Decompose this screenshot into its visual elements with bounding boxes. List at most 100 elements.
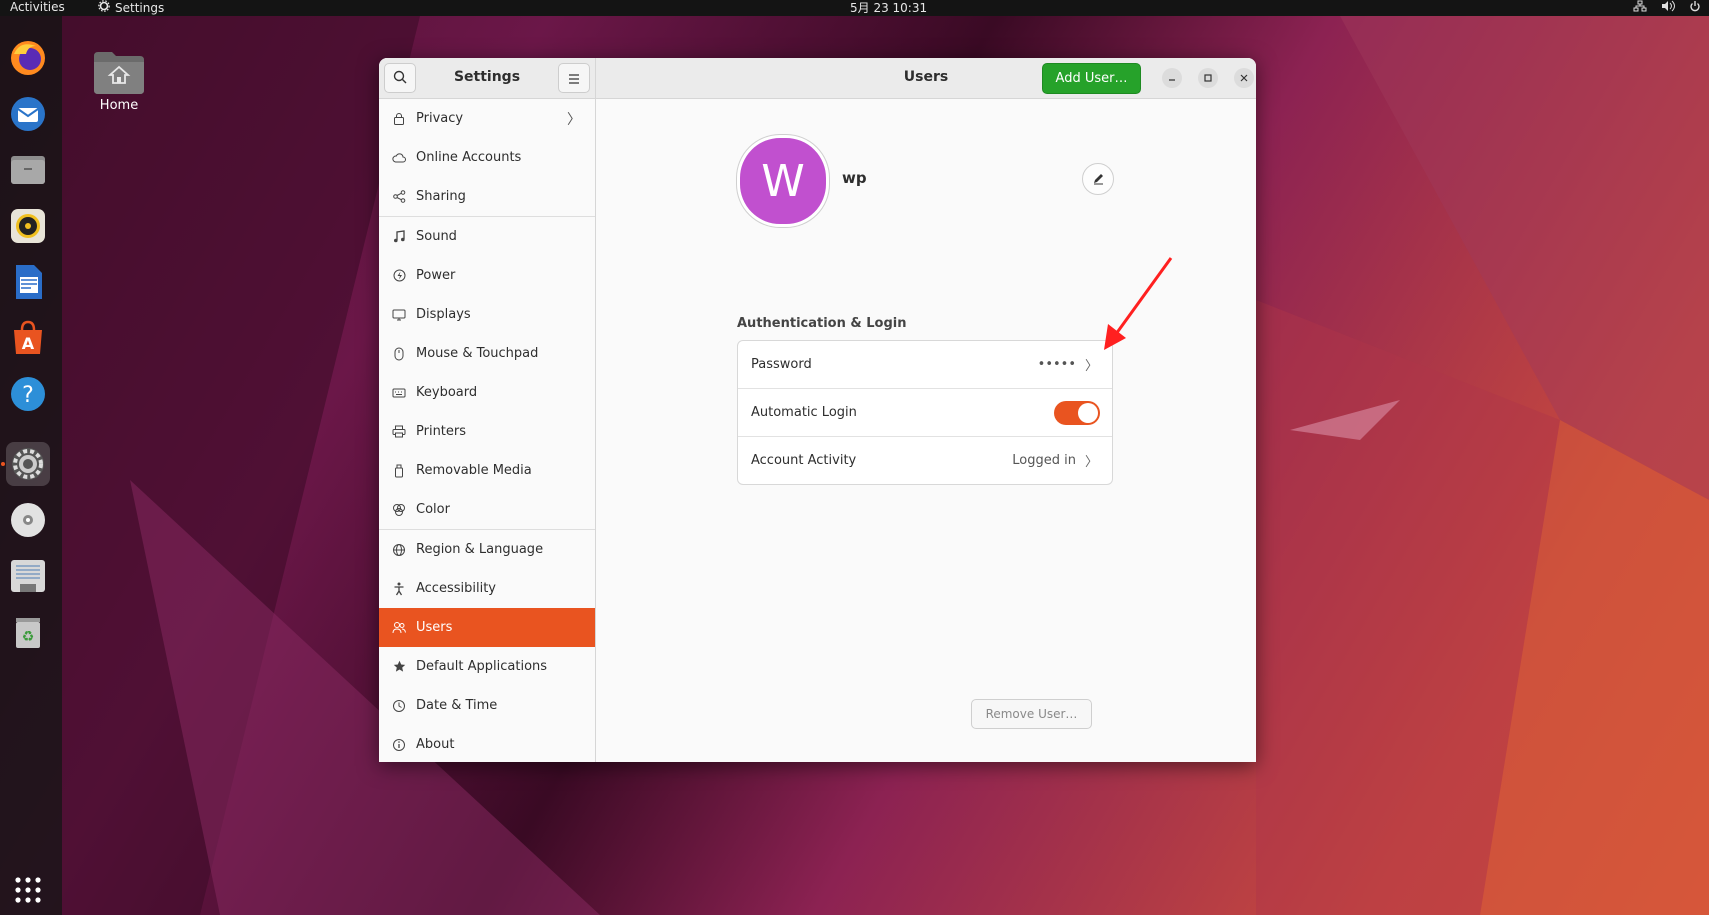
sidebar-item-accessibility[interactable]: Accessibility — [379, 569, 595, 608]
sidebar-item-printers[interactable]: Printers — [379, 412, 595, 451]
annotation-arrow — [1104, 257, 1173, 350]
add-user-button[interactable]: Add User… — [1042, 63, 1141, 94]
sidebar-item-about[interactable]: About — [379, 725, 595, 762]
top-bar: Activities Settings 5月 23 10:31 — [0, 0, 1709, 16]
minimize-button[interactable] — [1162, 68, 1182, 88]
sidebar-item-label: Users — [416, 620, 453, 635]
automatic-login-switch[interactable] — [1054, 401, 1100, 425]
sidebar-item-label: Online Accounts — [416, 150, 522, 165]
sidebar-item-label: Power — [416, 268, 456, 283]
chevron-right-icon: 〉 — [1084, 455, 1098, 470]
svg-text:♻: ♻ — [22, 629, 35, 645]
chevron-right-icon: 〉 — [567, 111, 581, 128]
sidebar-item-mouse-touchpad[interactable]: Mouse & Touchpad — [379, 334, 595, 373]
sidebar-item-color[interactable]: Color — [379, 490, 595, 529]
activities-button[interactable]: Activities — [10, 0, 65, 14]
minimize-icon — [1168, 72, 1176, 85]
disc-icon[interactable] — [6, 498, 50, 542]
home-label: Home — [99, 98, 139, 113]
cloud-icon — [391, 152, 407, 163]
text-editor-icon[interactable] — [6, 554, 50, 598]
sidebar-item-label: Mouse & Touchpad — [416, 346, 539, 361]
password-label: Password — [751, 357, 812, 372]
sidebar-item-users[interactable]: Users — [379, 608, 595, 647]
power-bolt-icon — [391, 269, 407, 282]
account-activity-value: Logged in — [1012, 453, 1076, 468]
color-icon — [391, 503, 407, 517]
sidebar-item-power[interactable]: Power — [379, 256, 595, 295]
settings-icon[interactable] — [6, 442, 50, 486]
avatar[interactable]: W — [737, 135, 829, 227]
menu-button[interactable] — [558, 63, 590, 93]
sidebar-item-date-time[interactable]: Date & Time — [379, 686, 595, 725]
sidebar-item-label: Privacy — [416, 111, 464, 126]
hamburger-icon — [568, 69, 580, 88]
sidebar-item-keyboard[interactable]: Keyboard — [379, 373, 595, 412]
clock[interactable]: 5月 23 10:31 — [850, 0, 927, 16]
password-row[interactable]: Password ••••• 〉 — [738, 341, 1112, 388]
thunderbird-icon[interactable] — [6, 92, 50, 136]
writer-icon[interactable] — [6, 260, 50, 304]
account-activity-label: Account Activity — [751, 453, 857, 468]
username: wp — [842, 169, 867, 187]
users-icon — [391, 621, 407, 634]
volume-icon — [1661, 0, 1675, 15]
sidebar: Privacy 〉 Online Accounts Sharing Sound … — [379, 99, 596, 762]
password-value: ••••• — [1037, 357, 1076, 372]
sidebar-item-label: Displays — [416, 307, 471, 322]
sidebar-item-label: Keyboard — [416, 385, 478, 400]
app-center-icon[interactable]: A — [6, 316, 50, 360]
dock: A ? ♻ — [0, 16, 62, 915]
sidebar-header: Settings — [379, 58, 596, 99]
remove-user-button[interactable]: Remove User… — [971, 699, 1092, 729]
sidebar-item-label: Removable Media — [416, 463, 532, 478]
sidebar-item-label: Sound — [416, 229, 457, 244]
sidebar-item-online-accounts[interactable]: Online Accounts — [379, 138, 595, 177]
home-folder-icon — [94, 50, 144, 94]
music-note-icon — [391, 230, 407, 243]
edit-name-button[interactable] — [1082, 163, 1114, 195]
home-desktop-icon[interactable]: Home — [93, 50, 145, 113]
clock-icon — [391, 699, 407, 713]
account-activity-row[interactable]: Account Activity Logged in 〉 — [738, 437, 1112, 484]
switch-knob — [1078, 403, 1098, 423]
maximize-button[interactable] — [1198, 68, 1218, 88]
trash-icon[interactable]: ♻ — [6, 610, 50, 654]
globe-icon — [391, 543, 407, 557]
app-menu[interactable]: Settings — [98, 0, 164, 15]
sidebar-item-privacy[interactable]: Privacy 〉 — [379, 99, 595, 138]
chevron-right-icon: 〉 — [1084, 359, 1098, 374]
system-tray[interactable] — [1633, 0, 1701, 15]
star-icon — [391, 660, 407, 673]
sidebar-item-sharing[interactable]: Sharing — [379, 177, 595, 216]
printer-icon — [391, 425, 407, 438]
gear-icon — [98, 0, 110, 15]
settings-window: Settings Users Add User… Privacy 〉 Onlin… — [379, 58, 1256, 762]
show-apps-icon[interactable] — [6, 868, 50, 912]
mouse-icon — [391, 347, 407, 361]
close-button[interactable] — [1234, 68, 1254, 88]
sidebar-item-displays[interactable]: Displays — [379, 295, 595, 334]
active-indicator — [1, 462, 5, 466]
files-icon[interactable] — [6, 148, 50, 192]
users-panel: W wp Authentication & Login Password •••… — [596, 99, 1256, 762]
sidebar-item-region-language[interactable]: Region & Language — [379, 530, 595, 569]
app-menu-label: Settings — [115, 0, 165, 15]
sidebar-item-label: Date & Time — [416, 698, 498, 713]
main-header: Users Add User… — [596, 58, 1256, 99]
sidebar-item-default-applications[interactable]: Default Applications — [379, 647, 595, 686]
rhythmbox-icon[interactable] — [6, 204, 50, 248]
power-icon — [1689, 0, 1701, 15]
keyboard-icon — [391, 388, 407, 398]
share-icon — [391, 190, 407, 203]
help-icon[interactable]: ? — [6, 372, 50, 416]
sidebar-item-label: Default Applications — [416, 659, 548, 674]
sidebar-item-removable-media[interactable]: Removable Media — [379, 451, 595, 490]
sidebar-item-sound[interactable]: Sound — [379, 217, 595, 256]
display-icon — [391, 309, 407, 321]
firefox-icon[interactable] — [6, 36, 50, 80]
maximize-icon — [1204, 72, 1212, 85]
section-title: Authentication & Login — [737, 316, 907, 331]
automatic-login-row: Automatic Login — [738, 389, 1112, 436]
usb-icon — [391, 464, 407, 478]
